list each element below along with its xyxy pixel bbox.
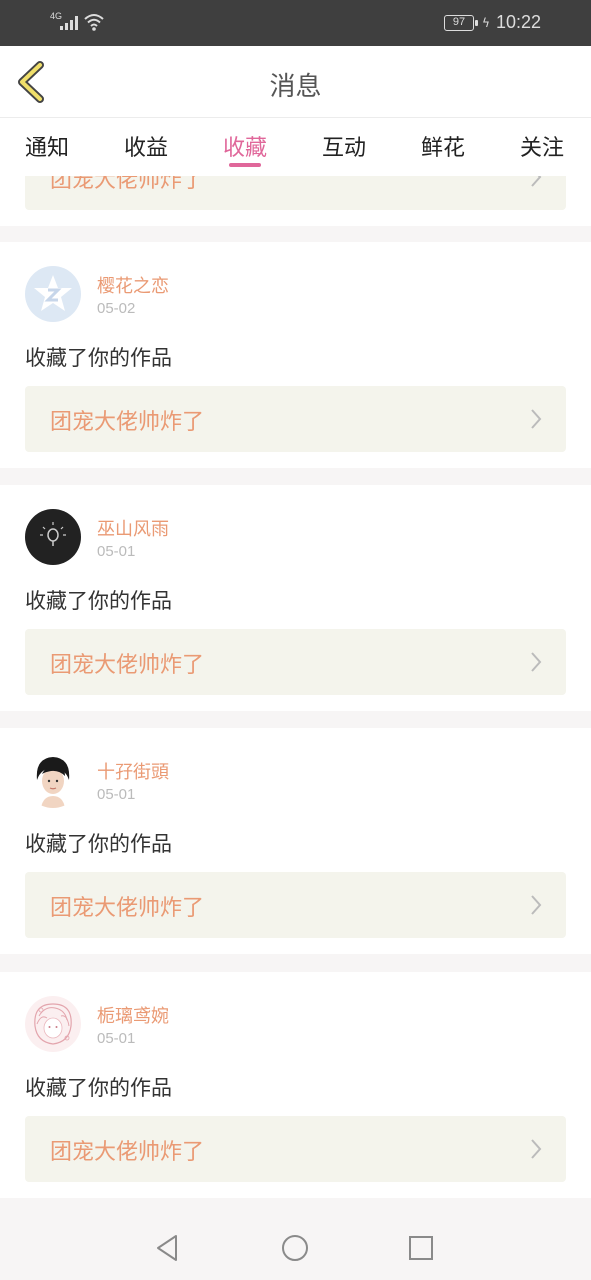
- wifi-icon: [84, 14, 104, 31]
- clock: 10:22: [495, 12, 541, 32]
- work-title: 团宠大佬帅炸了: [50, 176, 205, 193]
- action-text: 收藏了你的作品: [25, 1076, 172, 1100]
- tab-favorites[interactable]: 收藏: [210, 130, 280, 162]
- star-avatar-icon[interactable]: [25, 266, 81, 322]
- list-item: 团宠大佬帅炸了: [0, 176, 591, 226]
- page-title: 消息: [269, 72, 322, 102]
- action-text: 收藏了你的作品: [25, 346, 172, 370]
- date: 05-01: [97, 1030, 136, 1047]
- tab-flowers[interactable]: 鲜花: [408, 130, 478, 162]
- username[interactable]: 十孖街頭: [97, 758, 169, 784]
- work-link[interactable]: 团宠大佬帅炸了: [25, 386, 566, 452]
- home-circle-icon[interactable]: [279, 1232, 311, 1264]
- work-link[interactable]: 团宠大佬帅炸了: [25, 1116, 566, 1182]
- action-text: 收藏了你的作品: [25, 832, 172, 856]
- battery-icon: 97: [444, 14, 479, 31]
- list-item: 巫山风雨 05-01 收藏了你的作品 团宠大佬帅炸了: [0, 485, 591, 711]
- sketch-avatar-icon[interactable]: [25, 996, 81, 1052]
- person-avatar-icon[interactable]: [25, 752, 81, 808]
- date: 05-01: [97, 543, 136, 560]
- status-bar: 4G 97 ϟ 10:22: [0, 0, 591, 46]
- work-title: 团宠大佬帅炸了: [50, 1140, 205, 1165]
- work-title: 团宠大佬帅炸了: [50, 653, 205, 678]
- work-link[interactable]: 团宠大佬帅炸了: [25, 176, 566, 210]
- tab-bar: 通知 收益 收藏 互动 鲜花 关注: [0, 118, 591, 176]
- work-link[interactable]: 团宠大佬帅炸了: [25, 629, 566, 695]
- tab-earnings[interactable]: 收益: [111, 130, 181, 162]
- tab-follows[interactable]: 关注: [507, 130, 577, 162]
- lightbulb-avatar-icon[interactable]: [25, 509, 81, 565]
- message-list[interactable]: 团宠大佬帅炸了 樱花之恋 05-02 收藏了你的作品 团宠大佬帅炸了 巫山风雨 …: [0, 176, 591, 1206]
- back-triangle-icon[interactable]: [152, 1232, 184, 1264]
- system-nav-bar: [0, 1214, 591, 1280]
- chevron-right-icon: [531, 409, 542, 429]
- chevron-right-icon: [531, 652, 542, 672]
- header: 消息: [0, 46, 591, 118]
- battery-level: 97: [452, 15, 466, 28]
- work-title: 团宠大佬帅炸了: [50, 410, 205, 435]
- charging-icon: ϟ: [482, 15, 490, 30]
- work-title: 团宠大佬帅炸了: [50, 896, 205, 921]
- date: 05-02: [97, 300, 136, 317]
- tab-notifications[interactable]: 通知: [12, 130, 82, 162]
- list-item: 樱花之恋 05-02 收藏了你的作品 团宠大佬帅炸了: [0, 242, 591, 468]
- list-item: 十孖街頭 05-01 收藏了你的作品 团宠大佬帅炸了: [0, 728, 591, 954]
- date: 05-01: [97, 786, 136, 803]
- username[interactable]: 巫山风雨: [97, 515, 169, 541]
- chevron-right-icon: [531, 176, 542, 187]
- chevron-right-icon: [531, 895, 542, 915]
- username[interactable]: 栀璃鸢婉: [97, 1002, 169, 1028]
- active-tab-indicator: [229, 163, 261, 167]
- work-link[interactable]: 团宠大佬帅炸了: [25, 872, 566, 938]
- tab-interactions[interactable]: 互动: [309, 130, 379, 162]
- recents-square-icon[interactable]: [405, 1232, 437, 1264]
- chevron-right-icon: [531, 1139, 542, 1159]
- username[interactable]: 樱花之恋: [97, 272, 169, 298]
- action-text: 收藏了你的作品: [25, 589, 172, 613]
- list-item: 栀璃鸢婉 05-01 收藏了你的作品 团宠大佬帅炸了: [0, 972, 591, 1198]
